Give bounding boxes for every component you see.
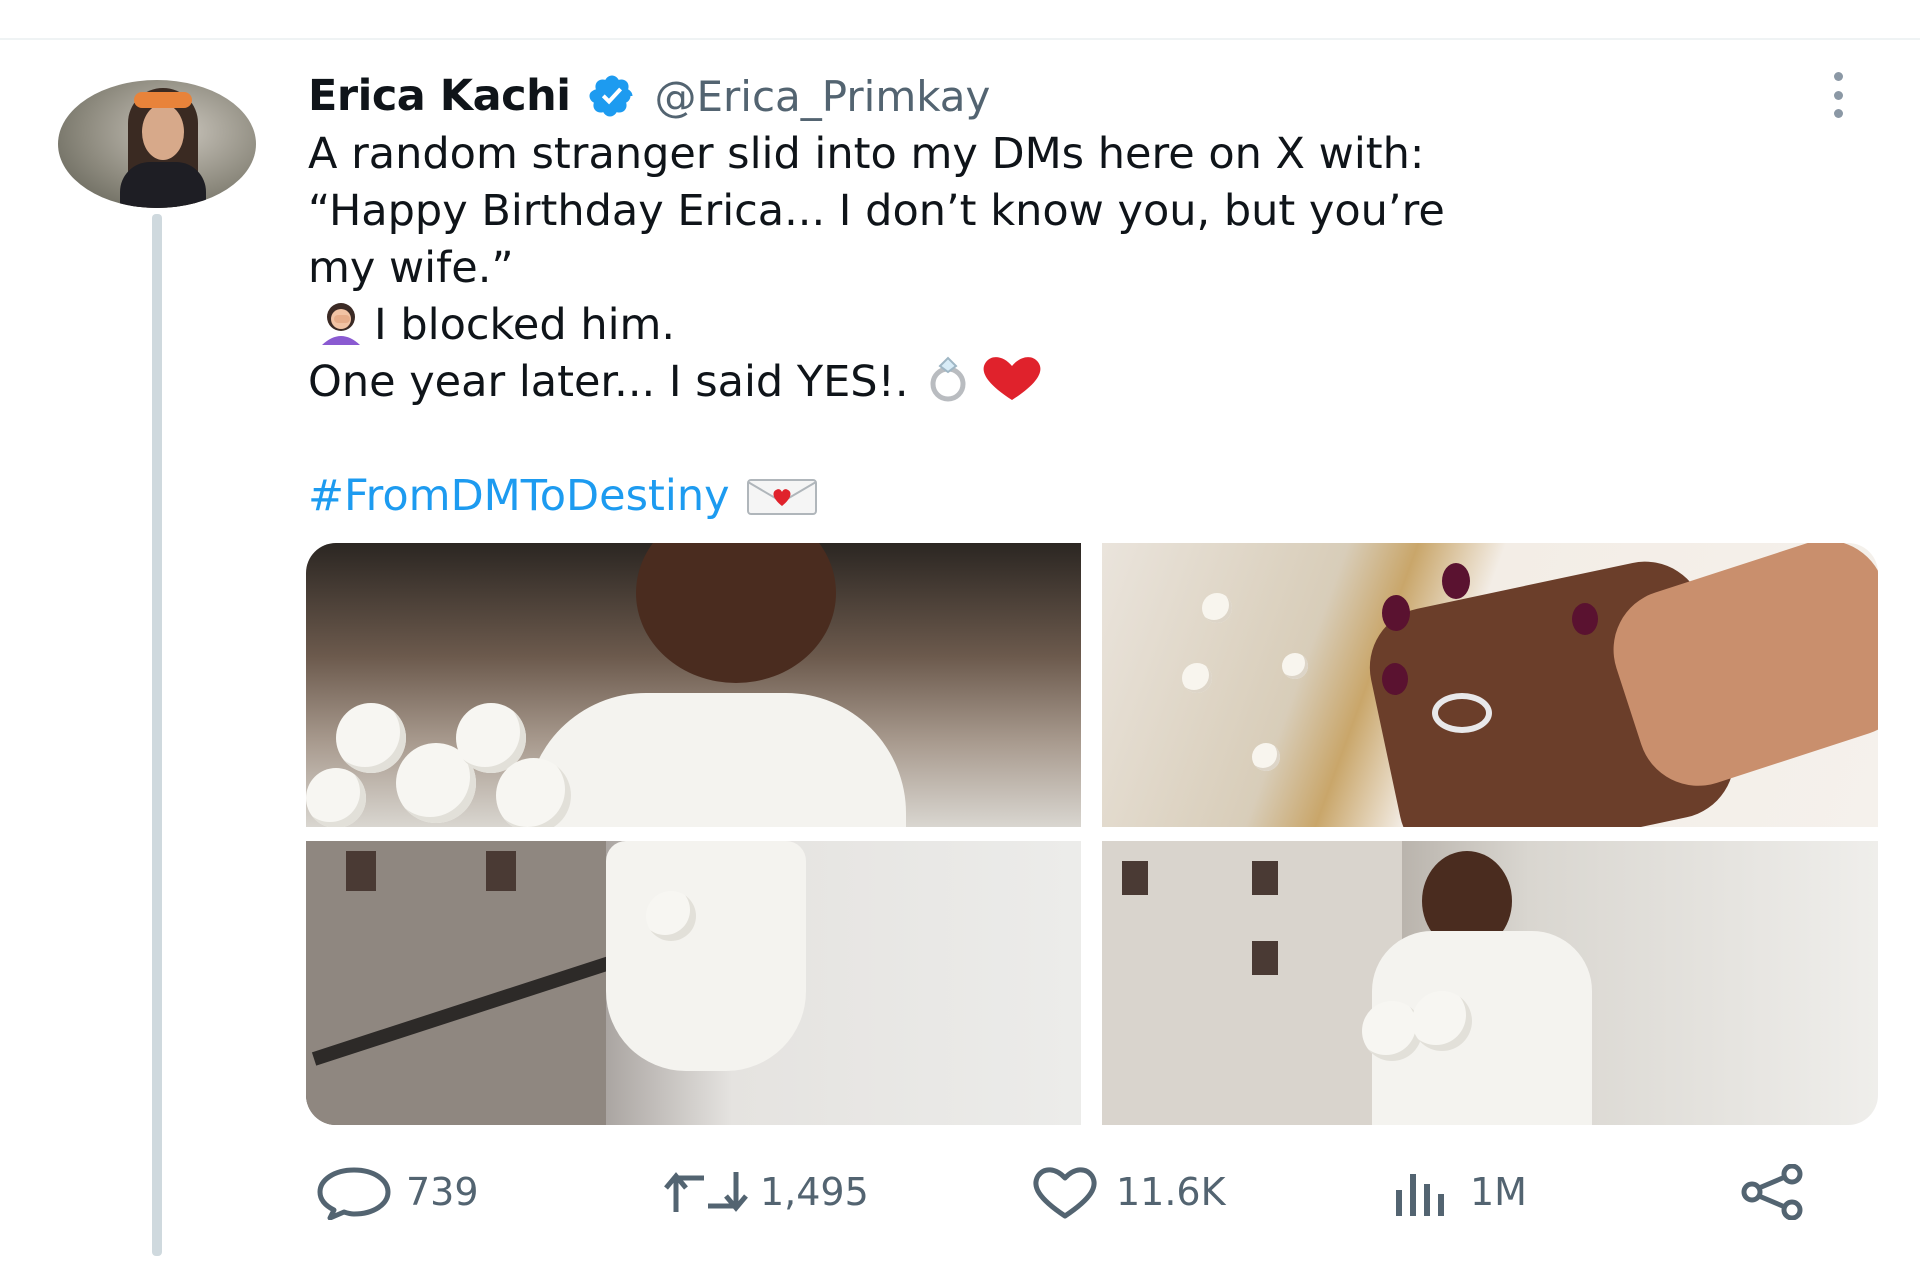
reply-button[interactable]: 739 (314, 1160, 479, 1224)
facepalm-emoji-icon (322, 303, 360, 345)
media-photo-ring-hand[interactable] (1102, 543, 1878, 827)
reply-icon (317, 1167, 391, 1220)
share-button[interactable] (1734, 1160, 1810, 1224)
avatar-face (142, 104, 184, 160)
photo-pearl (1252, 743, 1280, 771)
share-icon (1741, 1164, 1803, 1220)
retweet-count: 1,495 (760, 1170, 869, 1214)
thread-line (152, 214, 162, 1256)
retweet-button[interactable]: 1,495 (664, 1160, 869, 1224)
media-photo-bride-balcony[interactable] (306, 841, 1081, 1125)
photo-bouquet (1412, 991, 1472, 1051)
display-name[interactable]: Erica Kachi (308, 71, 571, 121)
ring-emoji-icon (930, 356, 966, 402)
like-count: 11.6K (1116, 1170, 1226, 1214)
photo-window (346, 851, 376, 891)
media-grid (306, 543, 1878, 1125)
hashtag-link[interactable]: #FromDMToDestiny (308, 471, 730, 521)
like-button[interactable]: 11.6K (1026, 1160, 1226, 1224)
photo-dress (606, 841, 806, 1071)
photo-bouquet (646, 891, 696, 941)
photo-nail (1382, 595, 1410, 631)
user-handle[interactable]: @Erica_Primkay (654, 72, 990, 121)
avatar-headband (134, 92, 192, 108)
retweet-icon (664, 1172, 748, 1212)
reply-count: 739 (406, 1170, 479, 1214)
photo-window (486, 851, 516, 891)
tweet-line-text: I blocked him. (374, 300, 676, 350)
love-letter-emoji-icon (746, 479, 817, 515)
media-photo-bride-portrait[interactable] (306, 543, 1081, 827)
photo-rose (496, 758, 571, 827)
photo-window (1252, 941, 1278, 975)
photo-window (1252, 861, 1278, 895)
photo-nail (1382, 663, 1408, 695)
photo-face (636, 543, 836, 683)
more-options-icon[interactable] (1820, 72, 1856, 118)
photo-rose (306, 768, 366, 827)
tweet[interactable]: Erica Kachi @Erica_Primkay A random stra… (0, 0, 1920, 1280)
avatar[interactable] (58, 80, 256, 208)
media-photo-bride-smiling[interactable] (1102, 841, 1878, 1125)
photo-window (1122, 861, 1148, 895)
photo-nail (1572, 603, 1598, 635)
hashtag-row: #FromDMToDestiny (308, 466, 818, 526)
tweet-header: Erica Kachi @Erica_Primkay (308, 66, 990, 126)
views-count: 1M (1470, 1170, 1527, 1214)
tweet-actions: 739 1,495 11.6K 1M (314, 1160, 1814, 1224)
photo-rose (336, 703, 406, 773)
tweet-line: A random stranger slid into my DMs here … (308, 129, 1425, 179)
photo-pearl (1282, 653, 1308, 679)
views-button[interactable]: 1M (1388, 1160, 1527, 1224)
tweet-text: A random stranger slid into my DMs here … (308, 126, 1848, 411)
tweet-line-text: One year later... I said YES!. (308, 357, 909, 407)
tweet-line: “Happy Birthday Erica... I don’t know yo… (308, 186, 1445, 236)
verified-badge-icon (589, 75, 633, 117)
tweet-line: my wife.” (308, 243, 514, 293)
photo-dress (526, 693, 906, 827)
tweet-line-yes: One year later... I said YES!. (308, 354, 1848, 411)
photo-ring (1432, 693, 1492, 733)
tweet-line-blocked: I blocked him. (308, 297, 1848, 354)
red-heart-emoji-icon (983, 357, 1041, 400)
photo-pearl (1202, 593, 1232, 623)
avatar-body (120, 162, 206, 208)
views-chart-icon (1396, 1174, 1444, 1216)
photo-pearl (1182, 663, 1212, 693)
like-heart-icon (1033, 1167, 1097, 1219)
photo-nail (1442, 563, 1470, 599)
